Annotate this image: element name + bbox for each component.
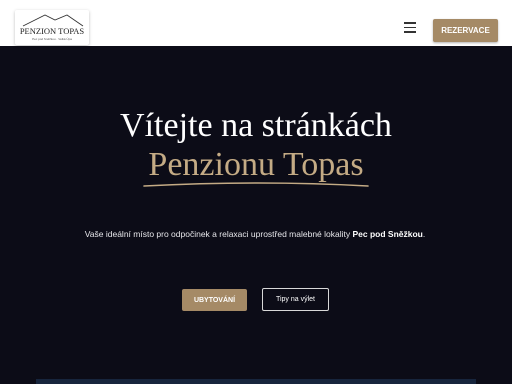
logo-title: PENZION TOPAS (20, 26, 85, 36)
reservation-button[interactable]: REZERVACE (433, 19, 498, 42)
decorative-swoosh-icon (143, 182, 369, 187)
hamburger-menu-icon[interactable] (404, 22, 418, 34)
logo[interactable]: PENZION TOPAS Pec pod Sněžkou · Velká Úp… (15, 10, 89, 45)
logo-mark: PENZION TOPAS Pec pod Sněžkou · Velká Úp… (20, 14, 85, 41)
hero-intro-text: Vaše ideální místo pro odpočinek a relax… (80, 228, 430, 241)
content-section-edge (36, 379, 476, 384)
logo-tagline: Pec pod Sněžkou · Velká Úpa (32, 36, 72, 41)
intro-text: Vaše ideální místo pro odpočinek a relax… (84, 229, 353, 239)
intro-location: Pec pod Sněžkou (352, 229, 423, 239)
intro-end: . (422, 229, 426, 239)
site-header: PENZION TOPAS Pec pod Sněžkou · Velká Úp… (0, 0, 512, 46)
trip-tips-button[interactable]: Tipy na výlet (262, 288, 329, 311)
accommodation-button[interactable]: UBYTOVÁNÍ (182, 289, 247, 311)
hero-title: Vítejte na stránkách (120, 107, 392, 144)
